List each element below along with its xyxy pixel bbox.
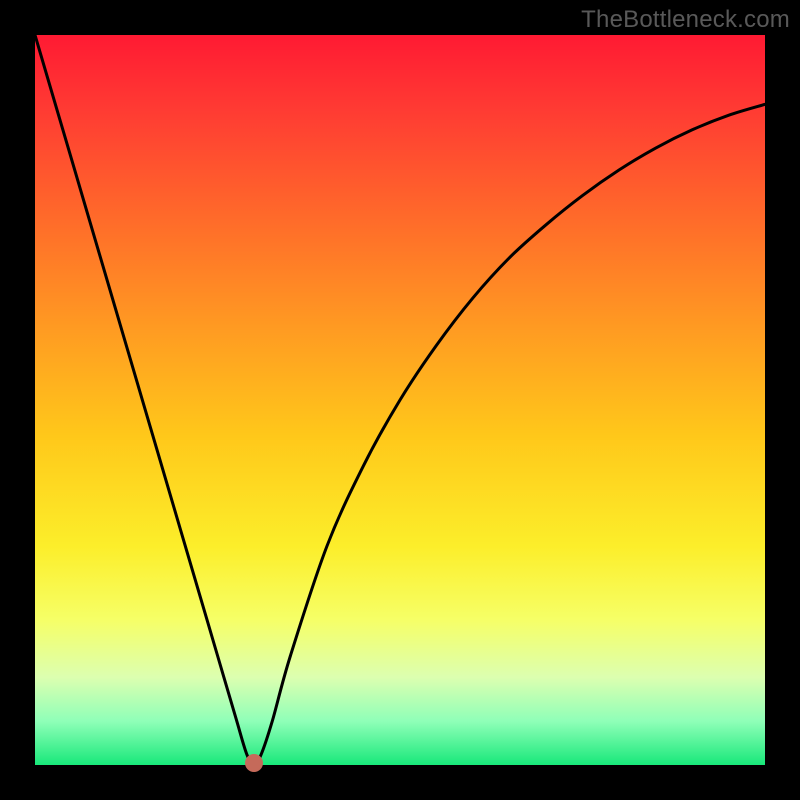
min-point-dot: [245, 754, 263, 772]
bottleneck-curve: [35, 35, 765, 765]
chart-frame: [35, 35, 765, 765]
watermark-text: TheBottleneck.com: [581, 6, 790, 34]
